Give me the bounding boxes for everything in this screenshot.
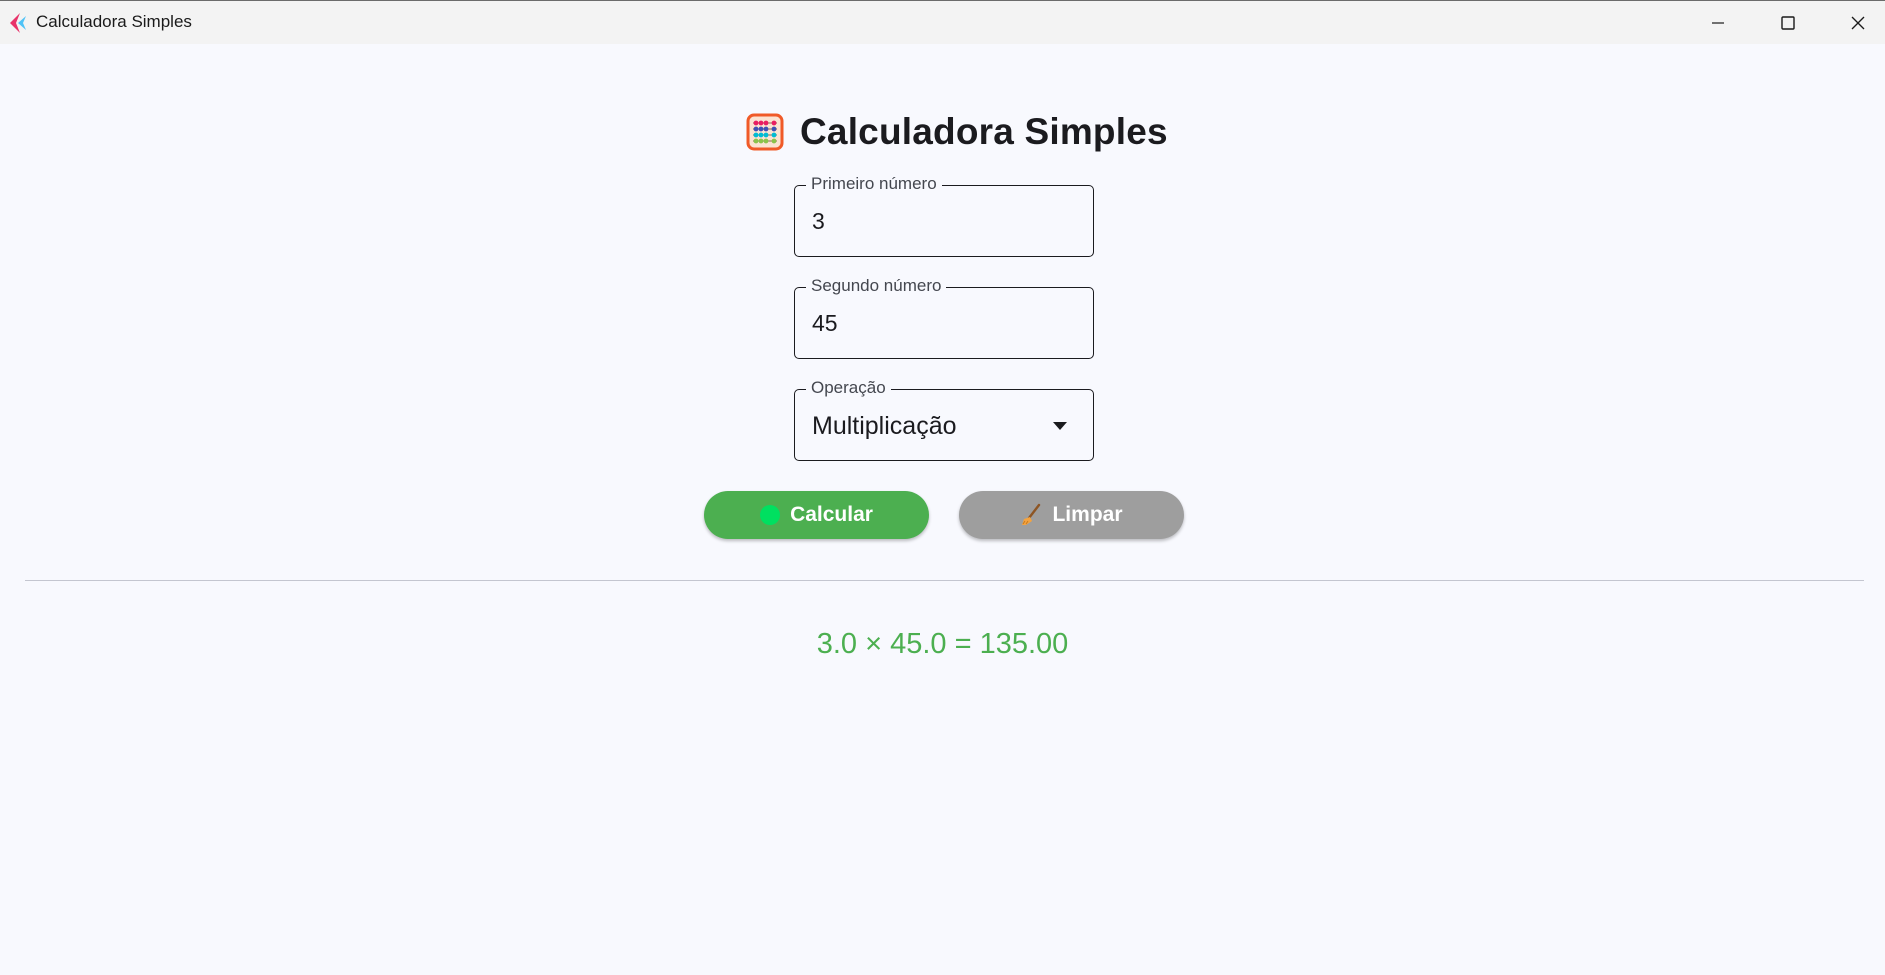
abacus-icon — [746, 113, 784, 151]
broom-icon — [1022, 503, 1041, 525]
first-number-input[interactable]: 3 — [812, 208, 1062, 235]
second-number-input[interactable]: 45 — [812, 310, 1062, 337]
page-title: Calculadora Simples — [800, 111, 1168, 152]
app-icon — [10, 13, 26, 33]
minimize-icon — [1712, 22, 1724, 24]
first-number-field[interactable]: Primeiro número 3 — [794, 173, 1094, 257]
green-circle-icon — [760, 505, 781, 525]
divider — [25, 580, 1864, 581]
maximize-icon — [1781, 16, 1795, 30]
operation-label: Operação — [806, 377, 891, 399]
second-number-field[interactable]: Segundo número 45 — [794, 275, 1094, 359]
clear-button-label: Limpar — [1052, 503, 1123, 526]
calculate-button-label: Calcular — [790, 503, 873, 526]
maximize-button[interactable] — [1753, 1, 1823, 45]
window-titlebar: Calculadora Simples — [0, 0, 1885, 44]
result-text: 3.0 × 45.0 = 135.00 — [816, 628, 1069, 660]
dropdown-arrow-icon[interactable] — [1052, 421, 1068, 431]
clear-button[interactable]: Limpar — [959, 491, 1184, 539]
calculate-button[interactable]: Calcular — [704, 491, 929, 539]
close-button[interactable] — [1823, 1, 1885, 45]
close-icon — [1851, 16, 1865, 30]
minimize-button[interactable] — [1683, 1, 1753, 45]
first-number-label: Primeiro número — [806, 173, 942, 195]
second-number-label: Segundo número — [806, 275, 947, 297]
window-title: Calculadora Simples — [36, 12, 192, 31]
operation-selected-value[interactable]: Multiplicação — [812, 412, 1062, 441]
operation-dropdown[interactable]: Operação Multiplicação — [794, 377, 1094, 461]
page-heading: Calculadora Simples — [746, 110, 1168, 154]
